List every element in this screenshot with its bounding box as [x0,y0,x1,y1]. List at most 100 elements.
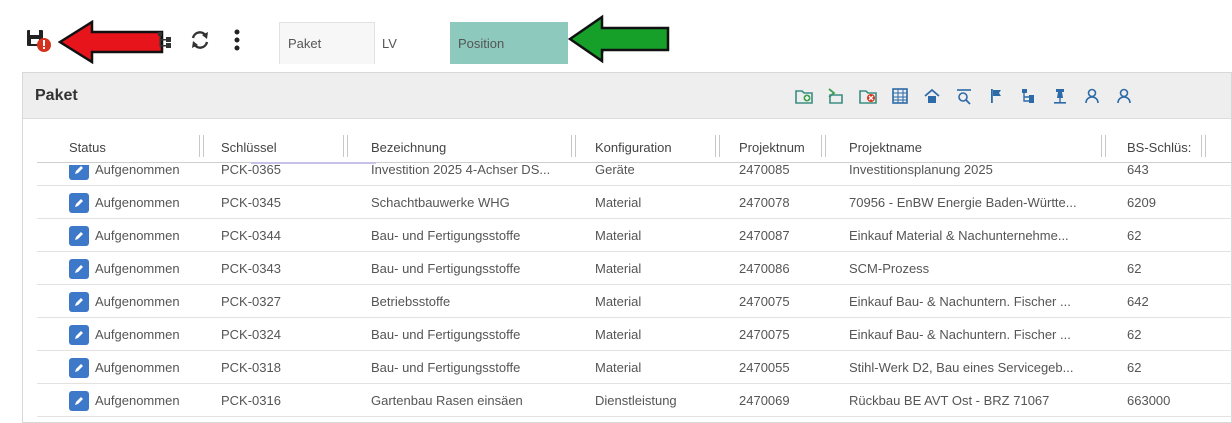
column-header-bs-schluessel[interactable]: BS-Schlüs: [1121,131,1201,163]
config-cell: Material [595,195,642,210]
name-cell: Investition 2025 4-Achser DS... [371,165,551,177]
project-name-cell: Stihl-Werk D2, Bau eines Servicegeb... [849,360,1074,375]
config-cell: Dienstleistung [595,393,677,408]
table-row[interactable]: Aufgenommen PCK-0316 Gartenbau Rasen ein… [37,384,1232,417]
column-resize-handle[interactable] [715,135,720,157]
table-row[interactable]: Aufgenommen PCK-0343 Bau- und Fertigungs… [37,252,1232,285]
user-search-icon[interactable] [1081,85,1103,107]
name-cell: Bau- und Fertigungsstoffe [371,261,521,276]
status-text: Aufgenommen [95,327,180,342]
table-row[interactable]: Aufgenommen PCK-0318 Bau- und Fertigungs… [37,351,1232,384]
project-name-cell: Einkauf Bau- & Nachuntern. Fischer ... [849,327,1071,342]
bs-key-cell: 663000 [1127,393,1171,408]
status-cell: Aufgenommen [63,384,213,417]
tab-label: LV [382,35,397,51]
project-number-cell: 2470086 [739,261,790,276]
table-row[interactable]: Aufgenommen PCK-0324 Bau- und Fertigungs… [37,318,1232,351]
tab-paket[interactable]: Paket ⋮ [279,22,630,64]
status-text: Aufgenommen [95,393,180,408]
tree-icon[interactable] [154,28,176,52]
flag-icon[interactable] [985,85,1007,107]
add-folder-icon[interactable] [793,85,815,107]
status-text: Aufgenommen [95,195,180,210]
column-header-projektnummer[interactable]: Projektnum [733,131,825,163]
config-cell: Material [595,294,642,309]
column-resize-handle[interactable] [199,135,204,157]
table-row[interactable]: Aufgenommen PCK-0344 Bau- und Fertigungs… [37,219,1232,252]
column-resize-handle[interactable] [821,135,826,157]
name-cell: Bau- und Fertigungsstoffe [371,228,521,243]
edit-status-icon [69,258,89,279]
edit-status-icon [69,192,89,213]
tab-position[interactable]: Position [450,22,568,64]
tab-label: Paket [288,36,322,51]
bs-key-cell: 62 [1127,228,1142,243]
project-number-cell: 2470069 [739,393,790,408]
paket-panel: Paket Status Schlüssel Bezeichnung Konfi… [22,72,1232,423]
column-resize-handle[interactable] [343,135,348,157]
status-text: Aufgenommen [95,261,180,276]
sort-indicator [251,162,376,164]
home-edit-icon[interactable] [921,85,943,107]
bs-key-cell: 62 [1127,261,1142,276]
config-cell: Material [595,327,642,342]
config-cell: Material [595,360,642,375]
table-row[interactable]: Aufgenommen PCK-0365 Investition 2025 4-… [37,165,1232,186]
column-header-status[interactable]: Status [63,131,203,163]
delete-folder-icon[interactable] [857,85,879,107]
project-name-cell: 70956 - EnBW Energie Baden-Württe... [849,195,1077,210]
key-cell: PCK-0365 [221,165,281,177]
top-toolbar: Paket ⋮ LV Position [16,6,1226,68]
column-resize-handle[interactable] [1201,135,1206,157]
name-cell: Gartenbau Rasen einsäen [371,393,523,408]
search-view-icon[interactable] [953,85,975,107]
user-search-icon-2[interactable] [1113,85,1135,107]
key-cell: PCK-0345 [221,195,281,210]
status-cell: Aufgenommen [63,318,213,351]
project-name-cell: Einkauf Material & Nachunternehme... [849,228,1069,243]
tab-lv[interactable]: LV [382,22,442,64]
status-cell: Aufgenommen [63,351,213,384]
project-name-cell: SCM-Prozess [849,261,930,276]
edit-status-icon [69,291,89,312]
project-number-cell: 2470085 [739,165,790,177]
panel-title: Paket [35,87,78,104]
status-text: Aufgenommen [95,165,180,177]
table-icon[interactable] [889,85,911,107]
table-row[interactable]: Aufgenommen PCK-0345 Schachtbauwerke WHG… [37,186,1232,219]
column-header-konfiguration[interactable]: Konfiguration [589,131,717,163]
key-cell: PCK-0344 [221,228,281,243]
edit-status-icon [69,225,89,246]
table-row[interactable]: Aufgenommen PCK-0327 Betriebsstoffe Mate… [37,285,1232,318]
key-cell: PCK-0343 [221,261,281,276]
import-icon[interactable] [825,85,847,107]
hierarchy-icon[interactable] [1017,85,1039,107]
name-cell: Schachtbauwerke WHG [371,195,510,210]
more-vertical-icon[interactable] [230,28,244,52]
bs-key-cell: 642 [1127,294,1149,309]
edit-status-icon [69,390,89,411]
refresh-icon[interactable] [188,28,212,52]
config-cell: Material [595,228,642,243]
status-cell: Aufgenommen [63,165,213,186]
pin-icon[interactable] [1049,85,1071,107]
column-header-bezeichnung[interactable]: Bezeichnung [365,131,575,163]
save-error-icon[interactable] [24,28,54,52]
name-cell: Bau- und Fertigungsstoffe [371,327,521,342]
column-resize-handle[interactable] [1101,135,1106,157]
panel-header: Paket [23,73,1231,119]
column-resize-handle[interactable] [571,135,576,157]
edit-status-icon [69,165,89,180]
red-arrow-annotation [57,19,164,65]
config-cell: Material [595,261,642,276]
green-arrow-annotation [567,14,670,64]
status-cell: Aufgenommen [63,252,213,285]
table-header: Status Schlüssel Bezeichnung Konfigurati… [37,131,1232,164]
column-header-projektname[interactable]: Projektname [843,131,1093,163]
column-header-schluessel[interactable]: Schlüssel [215,131,343,163]
edit-status-icon [69,324,89,345]
edit-status-icon [69,357,89,378]
table-body: Aufgenommen PCK-0365 Investition 2025 4-… [37,165,1232,423]
status-cell: Aufgenommen [63,219,213,252]
status-cell: Aufgenommen [63,285,213,318]
